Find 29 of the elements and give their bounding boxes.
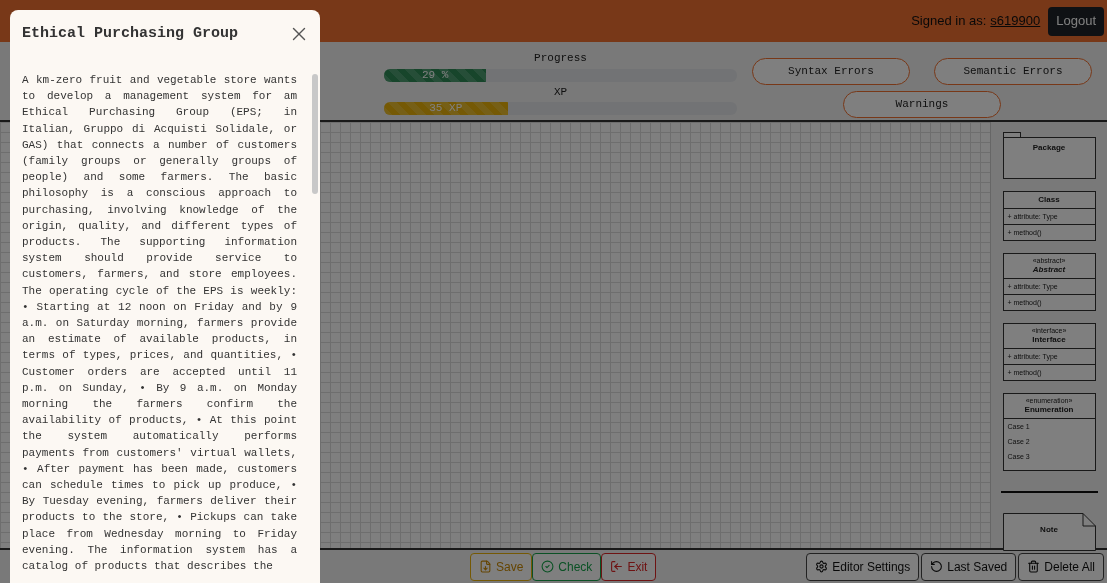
- arrow-bracket-icon: [610, 560, 624, 573]
- save-icon: [479, 560, 492, 573]
- issue-filter-button[interactable]: Semantic Errors: [934, 58, 1092, 85]
- shape-label: Note: [1040, 524, 1058, 537]
- progress-reading: 29 %: [421, 68, 449, 82]
- shape-label: Interface: [1032, 335, 1066, 345]
- xp-title: XP: [553, 84, 568, 100]
- check-circle-icon: [541, 560, 555, 573]
- shape-label: Package: [1032, 143, 1066, 152]
- undo-icon: [930, 560, 944, 573]
- shape-label: Class: [1038, 195, 1060, 205]
- description-text: A km-zero fruit and vegetable store wants to develop a management system for am Ethical Purchasing Group (EPS; in Italian, Gruppo di Acquisti Solidale, or GAS) that connects a number of customers (family groups or generally groups of people) and some farmers. The basic philosophy is a conscious approach to purchasing, involving knowledge of the origin, quality, and different types of products. The supporting information system should provide service to customers, farmers, and store employees. The operating cycle of the EPS is weekly: • Starting at 12 noon on Friday and by 9 a.m. on Saturday morning, farmers provide an estimate of available products, in terms of types, prices, and quantities, • Customer orders are accepted until 11 p.m. on Sunday, • By 9 a.m. on Monday morning the farmers confirm the availability of products, • At this point the system automatically performs payments from customers' virtual wallets, • After payment has been made, customers can schedule times to pick up produce, • By Tuesday evening, farmers deliver their products to the store, • Pickups can take place from Wednesday morning to Friday evening. The information system has a catalog of products that describes the: [22, 73, 297, 575]
- logout-button[interactable]: Logout: [1048, 6, 1104, 36]
- delete-button[interactable]: Delete All: [1018, 552, 1104, 581]
- settings-button[interactable]: Editor Settings: [806, 552, 920, 581]
- note-shape[interactable]: Note: [1002, 512, 1096, 548]
- shape-label: Enumeration: [1024, 405, 1074, 415]
- issue-filter-button[interactable]: Warnings: [843, 91, 1001, 118]
- trash-icon: [1027, 560, 1041, 573]
- settings-icon: [815, 560, 829, 573]
- shape-label: Abstract: [1032, 265, 1066, 275]
- scrollbar-thumb[interactable]: [312, 74, 318, 194]
- progress-reading: 35 XP: [429, 102, 463, 115]
- exit-button[interactable]: Exit: [601, 552, 657, 581]
- signed-in-label: Signed in as:: [911, 12, 987, 31]
- dialog-title: Ethical Purchasing Group: [22, 23, 239, 44]
- undo-button[interactable]: Last Saved: [921, 552, 1017, 581]
- issue-filter-button[interactable]: Syntax Errors: [752, 58, 910, 85]
- progress-title: Progress: [534, 51, 587, 66]
